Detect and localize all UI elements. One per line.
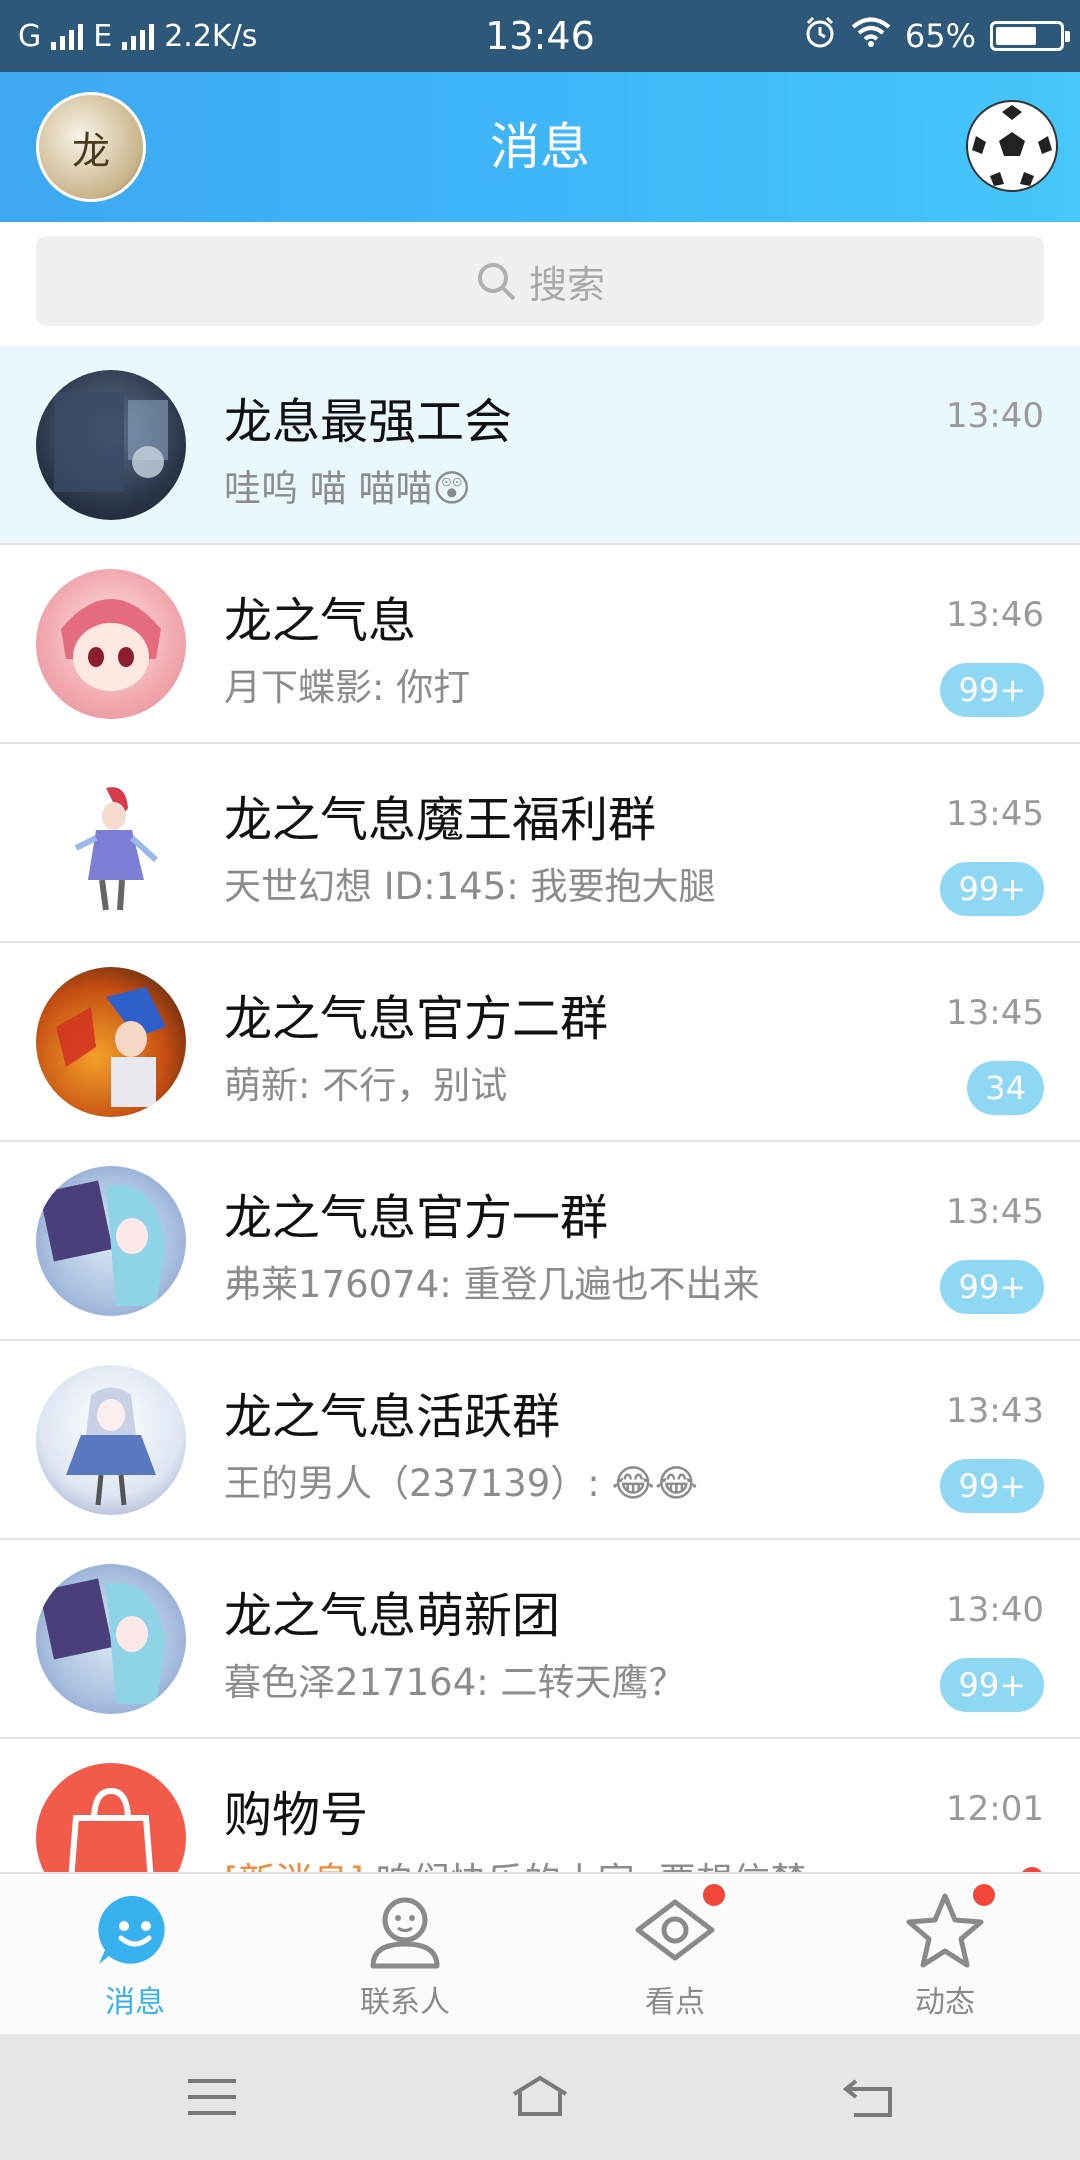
notification-dot	[970, 1881, 998, 1909]
screen: G E 2.2K/s 13:46 65% 龙 消息 搜索 龙息最强工会 哇呜 喵…	[0, 0, 1080, 2160]
tab-contacts[interactable]: 联系人	[270, 1874, 540, 2034]
conversation-row[interactable]: 龙之气息官方一群 弗莱176074: 重登几遍也不出来 13:45 99+	[0, 1142, 1080, 1341]
conversation-row[interactable]: 购物号 [新消息] 咱们快乐的小家: 要想信楚… 12:01	[0, 1739, 1080, 1872]
conversation-name: 龙之气息活跃群	[224, 1389, 561, 1445]
unread-badge: 99+	[940, 862, 1044, 916]
tab-watch[interactable]: 看点	[540, 1874, 810, 2034]
unread-badge: 99+	[940, 1459, 1044, 1513]
unread-badge: 99+	[940, 663, 1044, 717]
search-placeholder: 搜索	[528, 262, 605, 307]
conversation-name: 龙之气息魔王福利群	[224, 792, 657, 848]
header-bar: 龙 消息	[0, 72, 1080, 222]
unread-badge: 99+	[940, 1260, 1044, 1314]
conversation-row[interactable]: 龙之气息活跃群 王的男人（237139）: 😂😂 13:43 99+	[0, 1341, 1080, 1540]
conversation-message: 哇呜 喵 喵喵😲	[224, 467, 472, 510]
system-nav-bar	[0, 2034, 1080, 2160]
conversation-time: 13:46	[946, 595, 1044, 635]
conversation-name: 龙之气息官方二群	[224, 991, 609, 1047]
home-icon[interactable]	[510, 2067, 570, 2127]
conversation-name: 龙之气息萌新团	[224, 1588, 561, 1644]
search-area: 搜索	[0, 222, 1080, 346]
tab-label: 消息	[105, 1985, 165, 2020]
group-avatar	[36, 768, 186, 918]
conversation-name: 龙息最强工会	[224, 394, 513, 450]
conversation-message: 天世幻想 ID:145: 我要抱大腿	[224, 865, 716, 908]
new-message-tag: [新消息]	[224, 1860, 364, 1872]
group-avatar	[36, 569, 186, 719]
conversation-message: 萌新: 不行，别试	[224, 1064, 508, 1107]
contact-person-icon	[362, 1887, 448, 1973]
search-input[interactable]: 搜索	[36, 236, 1044, 326]
star-icon	[902, 1881, 998, 1973]
status-right: 65%	[803, 0, 1070, 72]
unread-badge: 34	[967, 1061, 1044, 1115]
message-bubble-icon	[92, 1887, 178, 1973]
shopping-bag-icon	[36, 1763, 186, 1872]
status-bar: G E 2.2K/s 13:46 65%	[0, 0, 1080, 72]
group-avatar	[36, 1166, 186, 1316]
conversation-time: 13:40	[946, 1590, 1044, 1630]
conversation-name: 龙之气息官方一群	[224, 1190, 609, 1246]
group-avatar	[36, 370, 186, 520]
back-icon[interactable]	[838, 2067, 898, 2127]
bottom-tab-bar: 消息 联系人 看点 动态	[0, 1872, 1080, 2034]
soccer-ball-icon[interactable]	[966, 100, 1058, 192]
conversation-time: 12:01	[946, 1789, 1044, 1829]
group-avatar	[36, 1564, 186, 1714]
conversation-row[interactable]: 龙息最强工会 哇呜 喵 喵喵😲 13:40	[0, 346, 1080, 545]
battery-percent: 65%	[904, 17, 976, 55]
search-icon	[477, 263, 516, 301]
conversation-message: 暮色泽217164: 二转天鹰？	[224, 1661, 686, 1704]
tab-label: 联系人	[360, 1985, 450, 2020]
conversation-time: 13:43	[946, 1391, 1044, 1431]
page-title: 消息	[490, 118, 590, 176]
conversation-name: 购物号	[224, 1787, 369, 1843]
conversation-message: [新消息] 咱们快乐的小家: 要想信楚…	[224, 1851, 844, 1872]
conversation-message: 王的男人（237139）: 😂😂	[224, 1462, 698, 1505]
tab-label: 动态	[915, 1985, 975, 2020]
tab-label: 看点	[645, 1985, 705, 2020]
eye-icon	[632, 1881, 728, 1973]
battery-icon	[990, 21, 1070, 51]
conversation-time: 13:45	[946, 794, 1044, 834]
wifi-icon	[851, 16, 891, 56]
group-avatar	[36, 1365, 186, 1515]
conversation-row[interactable]: 龙之气息官方二群 萌新: 不行，别试 13:45 34	[0, 943, 1080, 1142]
conversation-time: 13:45	[946, 993, 1044, 1033]
conversation-time: 13:40	[946, 396, 1044, 436]
conversation-name: 龙之气息	[224, 593, 417, 649]
conversation-row[interactable]: 龙之气息 月下蝶影: 你打 13:46 99+	[0, 545, 1080, 744]
tab-feed[interactable]: 动态	[810, 1874, 1080, 2034]
notification-dot	[700, 1881, 728, 1909]
conversation-time: 13:45	[946, 1192, 1044, 1232]
conversation-row[interactable]: 龙之气息魔王福利群 天世幻想 ID:145: 我要抱大腿 13:45 99+	[0, 744, 1080, 943]
conversation-list[interactable]: 龙息最强工会 哇呜 喵 喵喵😲 13:40 龙之气息 月下蝶影: 你打 13:4…	[0, 346, 1080, 1872]
tab-messages[interactable]: 消息	[0, 1874, 270, 2034]
conversation-message: 弗莱176074: 重登几遍也不出来	[224, 1263, 760, 1306]
conversation-message-text: 咱们快乐的小家: 要想信楚…	[376, 1860, 844, 1872]
conversation-message: 月下蝶影: 你打	[224, 666, 471, 709]
conversation-row[interactable]: 龙之气息萌新团 暮色泽217164: 二转天鹰？ 13:40 99+	[0, 1540, 1080, 1739]
group-avatar	[36, 967, 186, 1117]
unread-badge: 99+	[940, 1658, 1044, 1712]
alarm-icon	[803, 15, 837, 57]
menu-icon[interactable]	[182, 2067, 242, 2127]
